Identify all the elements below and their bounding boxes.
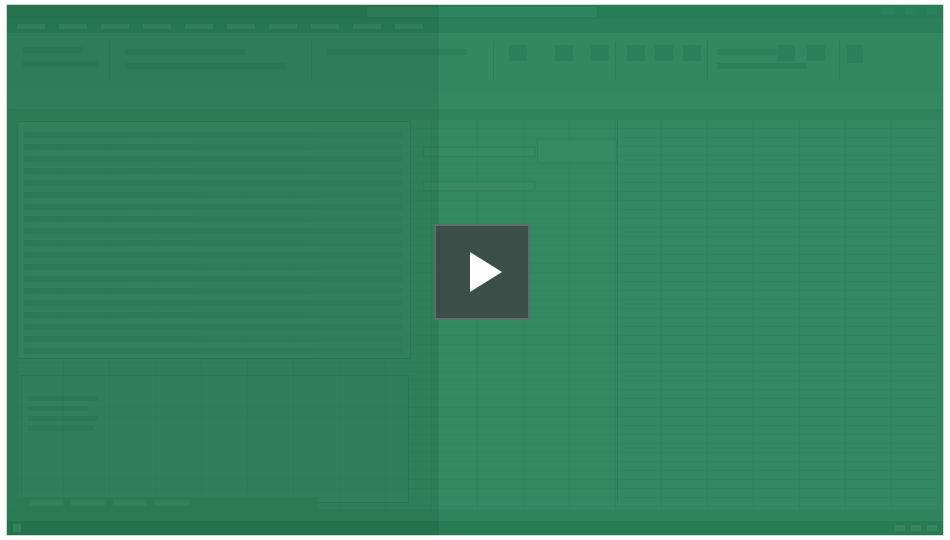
thumbnail-window-controls bbox=[883, 7, 937, 15]
thumbnail-data-table bbox=[17, 121, 411, 359]
thumbnail-ribbon-tabs bbox=[7, 19, 943, 33]
play-icon bbox=[470, 252, 502, 292]
thumbnail-ribbon bbox=[7, 33, 943, 94]
thumbnail-tray bbox=[895, 525, 937, 531]
play-button[interactable] bbox=[434, 224, 530, 320]
thumbnail-window-title bbox=[367, 7, 597, 17]
thumbnail-formula-bar bbox=[7, 93, 943, 110]
thumbnail-column-headers bbox=[17, 109, 943, 119]
start-icon bbox=[13, 524, 21, 532]
thumbnail-status-bar bbox=[7, 509, 943, 521]
thumbnail-taskbar bbox=[7, 521, 943, 535]
thumbnail-sheet-tabs bbox=[17, 497, 317, 509]
video-player[interactable] bbox=[6, 4, 944, 536]
thumbnail-pivot-table bbox=[21, 375, 409, 503]
thumbnail-titlebar bbox=[7, 5, 943, 19]
